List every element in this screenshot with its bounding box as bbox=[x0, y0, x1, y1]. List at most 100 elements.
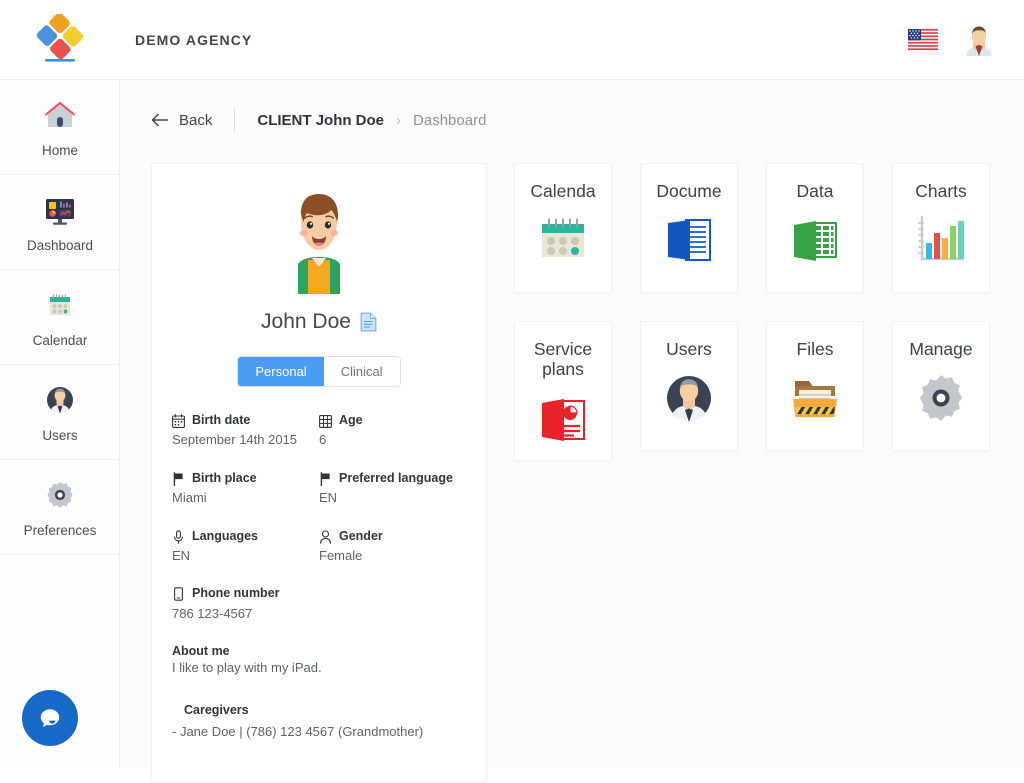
breadcrumb: Back CLIENT John Doe › Dashboard bbox=[120, 80, 1024, 160]
field-label-row: Preferred language bbox=[319, 471, 458, 486]
users-avatar-icon bbox=[41, 381, 79, 419]
field-label-row: Birth place bbox=[172, 471, 311, 486]
about-me-text: I like to play with my iPad. bbox=[172, 660, 466, 675]
field-languages: Languages EN bbox=[172, 529, 319, 565]
tab-personal[interactable]: Personal bbox=[238, 357, 323, 386]
tile-users[interactable]: Users bbox=[640, 321, 738, 451]
field-label: Age bbox=[339, 413, 363, 428]
chat-widget-button[interactable] bbox=[22, 690, 78, 746]
field-preferred-language: Preferred language EN bbox=[319, 471, 466, 507]
tile-label: Docume bbox=[656, 181, 721, 201]
header-right-controls bbox=[908, 23, 1024, 57]
field-age: Age 6 bbox=[319, 413, 466, 449]
home-icon bbox=[41, 96, 79, 134]
users-tile-icon bbox=[660, 369, 718, 427]
caregivers-title: Caregivers bbox=[172, 703, 466, 717]
field-row: Birth place Miami Preferred language EN bbox=[172, 471, 466, 507]
dashboard-monitor-icon bbox=[41, 191, 79, 229]
flag-icon bbox=[172, 472, 185, 486]
tile-label: Users bbox=[666, 339, 712, 359]
sidebar-item-label: Dashboard bbox=[27, 238, 93, 253]
field-birth-place: Birth place Miami bbox=[172, 471, 319, 507]
field-value: Female bbox=[319, 547, 458, 565]
tile-label: Files bbox=[797, 339, 834, 359]
tile-calendar[interactable]: Calenda bbox=[514, 163, 612, 293]
field-label: Gender bbox=[339, 529, 383, 544]
tile-documents[interactable]: Docume bbox=[640, 163, 738, 293]
field-value: 6 bbox=[319, 431, 458, 449]
logo[interactable] bbox=[0, 0, 120, 80]
phone-icon bbox=[172, 587, 185, 601]
field-value: Miami bbox=[172, 489, 311, 507]
field-row: Languages EN Gender Female bbox=[172, 529, 466, 565]
tile-manage[interactable]: Manage bbox=[892, 321, 990, 451]
field-label: Preferred language bbox=[339, 471, 453, 486]
field-label-row: Birth date bbox=[172, 413, 311, 428]
tile-data[interactable]: Data bbox=[766, 163, 864, 293]
caregiver-entry: - Jane Doe | (786) 123 4567 (Grandmother… bbox=[172, 724, 466, 739]
field-label-row: Gender bbox=[319, 529, 458, 544]
data-tile-icon bbox=[786, 211, 844, 269]
calendar-tile-icon bbox=[534, 211, 592, 269]
child-avatar-icon bbox=[274, 186, 364, 294]
user-avatar-icon[interactable] bbox=[962, 23, 996, 57]
manage-gear-tile-icon bbox=[912, 369, 970, 427]
tile-charts[interactable]: Charts bbox=[892, 163, 990, 293]
breadcrumb-client-link[interactable]: CLIENT John Doe bbox=[257, 112, 384, 129]
field-label-row: Languages bbox=[172, 529, 311, 544]
service-plans-tile-icon bbox=[534, 390, 592, 448]
field-label: Phone number bbox=[192, 586, 280, 601]
document-icon[interactable] bbox=[360, 312, 377, 332]
profile-tabs: Personal Clinical bbox=[172, 356, 466, 387]
sidebar-item-label: Calendar bbox=[33, 333, 88, 348]
gear-icon bbox=[41, 476, 79, 514]
field-value: EN bbox=[319, 489, 458, 507]
flag-icon bbox=[319, 472, 332, 486]
breadcrumb-divider bbox=[234, 108, 235, 132]
arrow-left-icon bbox=[151, 113, 168, 127]
app-tiles-grid: Calenda Docume bbox=[514, 163, 1014, 461]
grid-icon bbox=[319, 414, 332, 428]
documents-tile-icon bbox=[660, 211, 718, 269]
sidebar-item-label: Home bbox=[42, 143, 78, 158]
chat-bubble-icon bbox=[36, 704, 64, 732]
main-content: Back CLIENT John Doe › Dashboard John Do bbox=[120, 80, 1024, 768]
field-value: EN bbox=[172, 547, 311, 565]
field-label: Languages bbox=[192, 529, 258, 544]
field-row: Birth date September 14th 2015 Age 6 bbox=[172, 413, 466, 449]
sidebar-item-home[interactable]: Home bbox=[0, 80, 120, 175]
tile-label: Calenda bbox=[530, 181, 595, 201]
tile-label: Manage bbox=[909, 339, 972, 359]
us-flag-icon[interactable] bbox=[908, 29, 938, 50]
client-profile-card: John Doe Personal Clinical bbox=[151, 163, 487, 783]
tab-clinical[interactable]: Clinical bbox=[324, 357, 400, 386]
sidebar-item-users[interactable]: Users bbox=[0, 365, 120, 460]
profile-fields: Birth date September 14th 2015 Age 6 bbox=[172, 413, 466, 739]
brand-name: DEMO AGENCY bbox=[135, 32, 252, 48]
back-button[interactable]: Back bbox=[151, 112, 212, 129]
sidebar-item-dashboard[interactable]: Dashboard bbox=[0, 175, 120, 270]
microphone-icon bbox=[172, 530, 185, 544]
person-icon bbox=[319, 530, 332, 544]
chevron-right-icon: › bbox=[396, 112, 401, 129]
calendar-icon bbox=[172, 414, 185, 428]
client-name: John Doe bbox=[261, 310, 351, 334]
tile-files[interactable]: Files bbox=[766, 321, 864, 451]
field-gender: Gender Female bbox=[319, 529, 466, 565]
sidebar: Home Dashboard bbox=[0, 80, 120, 768]
field-label: Birth date bbox=[192, 413, 250, 428]
about-me-title: About me bbox=[172, 644, 466, 658]
field-phone-number: Phone number 786 123-4567 bbox=[172, 586, 466, 622]
field-label-row: Phone number bbox=[172, 586, 458, 601]
calendar-icon bbox=[41, 286, 79, 324]
tile-service-plans[interactable]: Service plans bbox=[514, 321, 612, 461]
about-me-section: About me I like to play with my iPad. bbox=[172, 644, 466, 675]
sidebar-item-calendar[interactable]: Calendar bbox=[0, 270, 120, 365]
field-value: 786 123-4567 bbox=[172, 605, 458, 623]
sidebar-item-preferences[interactable]: Preferences bbox=[0, 460, 120, 555]
charts-tile-icon bbox=[912, 211, 970, 269]
sidebar-item-label: Users bbox=[42, 428, 77, 443]
caregivers-section: Caregivers - Jane Doe | (786) 123 4567 (… bbox=[172, 703, 466, 739]
field-label: Birth place bbox=[192, 471, 257, 486]
field-label-row: Age bbox=[319, 413, 458, 428]
